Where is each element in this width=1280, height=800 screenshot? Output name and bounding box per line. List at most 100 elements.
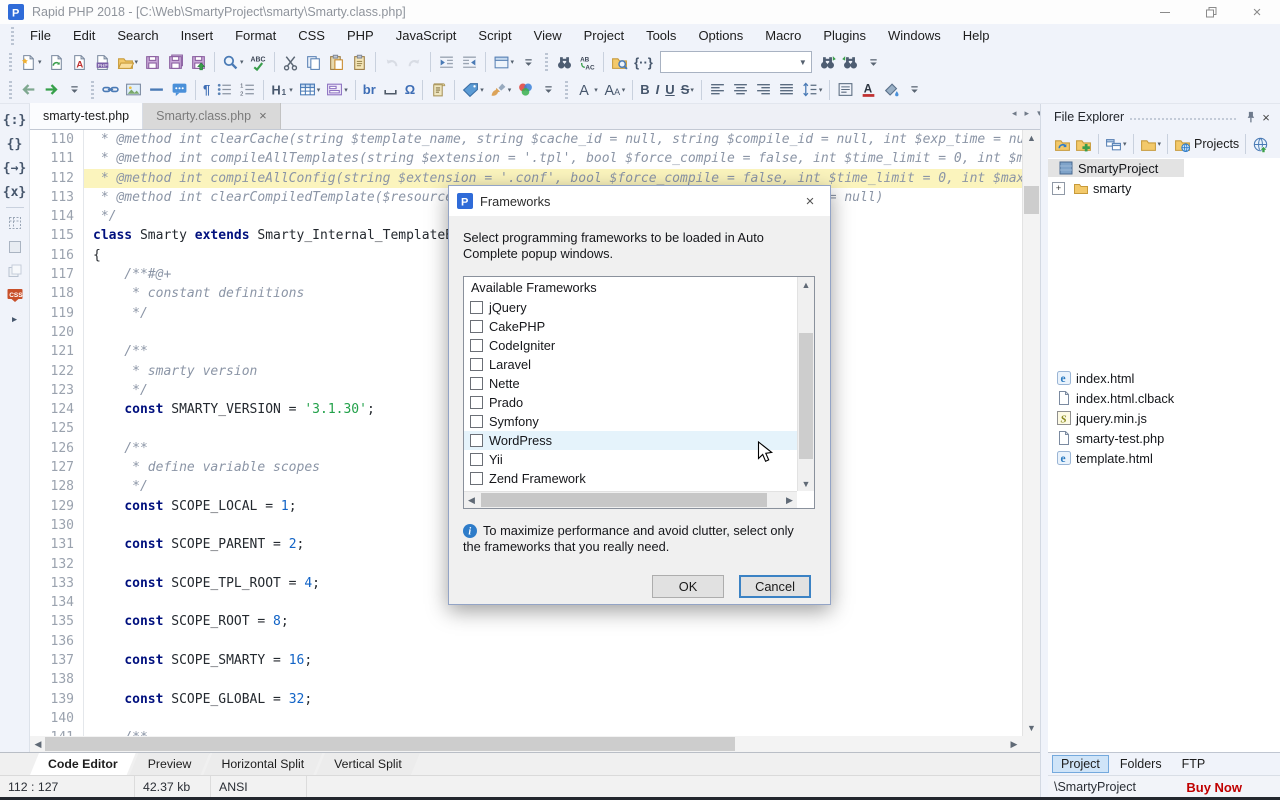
menu-view[interactable]: View: [523, 24, 573, 48]
code-line[interactable]: 141 /**: [30, 728, 1022, 736]
view-tab-vertical-split[interactable]: Vertical Split: [316, 753, 420, 775]
view-tab-code-editor[interactable]: Code Editor: [30, 753, 136, 775]
tree-item-smartyproject[interactable]: SmartyProject: [1048, 158, 1280, 178]
snippet-close-icon[interactable]: {x}: [3, 180, 27, 204]
find-in-files-icon[interactable]: [608, 50, 631, 74]
menu-javascript[interactable]: JavaScript: [385, 24, 468, 48]
table-outline-icon[interactable]: [3, 211, 27, 235]
open-file-icon[interactable]: ▾: [114, 50, 142, 74]
underline-icon[interactable]: U: [662, 78, 677, 102]
tab-smarty-class-php[interactable]: Smarty.class.php×: [143, 103, 281, 129]
spell-check-icon[interactable]: ABC: [247, 50, 270, 74]
replace-icon[interactable]: ABAC: [576, 50, 599, 74]
italic-icon[interactable]: I: [653, 78, 663, 102]
minimize-button[interactable]: [1142, 0, 1188, 24]
heading-icon[interactable]: H1▾: [268, 78, 296, 102]
checkbox[interactable]: [470, 415, 483, 428]
save-all-icon[interactable]: [164, 50, 187, 74]
dialog-title-bar[interactable]: P Frameworks ×: [449, 186, 830, 216]
search-combobox[interactable]: ▼: [660, 51, 812, 73]
toolbar-overflow-icon[interactable]: [903, 78, 926, 102]
framework-cakephp[interactable]: CakePHP: [464, 317, 797, 336]
menu-help[interactable]: Help: [952, 24, 1001, 48]
paste-icon[interactable]: [325, 50, 348, 74]
redo-icon[interactable]: [403, 50, 426, 74]
snippet-arrow-icon[interactable]: {→}: [3, 156, 27, 180]
refresh-project-icon[interactable]: [1052, 132, 1073, 156]
checkbox[interactable]: [470, 453, 483, 466]
menu-format[interactable]: Format: [224, 24, 287, 48]
code-line[interactable]: 140: [30, 709, 1022, 728]
ordered-list-icon[interactable]: 12: [236, 78, 259, 102]
new-document-icon[interactable]: ▾: [17, 50, 45, 74]
scrollbar-thumb[interactable]: [481, 493, 767, 507]
panel-splitter[interactable]: [1040, 104, 1048, 797]
css-tag-icon[interactable]: ▾: [459, 78, 487, 102]
view-tab-preview[interactable]: Preview: [130, 753, 210, 775]
editor-horizontal-scrollbar[interactable]: ◀ ▶: [30, 736, 1022, 752]
menu-css[interactable]: CSS: [287, 24, 336, 48]
save-and-upload-icon[interactable]: [187, 50, 210, 74]
view-mode-icon[interactable]: ▾: [1103, 132, 1129, 156]
new-from-template-icon[interactable]: [45, 50, 68, 74]
align-justify-icon[interactable]: [775, 78, 798, 102]
line-spacing-icon[interactable]: ▾: [798, 78, 826, 102]
tab-scroll-controls[interactable]: ◂▸▾: [1012, 108, 1042, 119]
snippet-empty-icon[interactable]: {}: [3, 132, 27, 156]
tree-item-smarty[interactable]: +smarty: [1048, 178, 1280, 198]
find-next-icon[interactable]: [816, 50, 839, 74]
tab-smarty-test-php[interactable]: smarty-test.php: [30, 103, 143, 129]
bold-icon[interactable]: B: [637, 78, 652, 102]
collapse-panel-icon[interactable]: ▸: [3, 307, 27, 331]
menu-plugins[interactable]: Plugins: [812, 24, 877, 48]
scroll-right-icon[interactable]: ▶: [782, 492, 797, 508]
pin-icon[interactable]: [1242, 111, 1258, 124]
find-icon[interactable]: ▾: [219, 50, 247, 74]
scroll-left-icon[interactable]: ◀: [464, 492, 479, 508]
align-left-icon[interactable]: [706, 78, 729, 102]
buy-now-link[interactable]: Buy Now: [1186, 780, 1242, 795]
code-snippets-icon[interactable]: ▾: [490, 50, 518, 74]
framework-prado[interactable]: Prado: [464, 393, 797, 412]
tab-scroll-right-icon[interactable]: ▸: [1025, 108, 1030, 119]
framework-jquery[interactable]: jQuery: [464, 298, 797, 317]
toolbar-overflow-icon[interactable]: [63, 78, 86, 102]
format-painter-icon[interactable]: ▾: [487, 78, 515, 102]
framework-zend-framework[interactable]: Zend Framework: [464, 469, 797, 488]
find-dialog-icon[interactable]: [553, 50, 576, 74]
framework-nette[interactable]: Nette: [464, 374, 797, 393]
file-smarty-test-php[interactable]: smarty-test.php: [1048, 428, 1280, 448]
framework-symfony[interactable]: Symfony: [464, 412, 797, 431]
scrollbar-thumb[interactable]: [45, 737, 735, 751]
unordered-list-icon[interactable]: [213, 78, 236, 102]
script-icon[interactable]: [427, 78, 450, 102]
scroll-down-icon[interactable]: ▼: [798, 476, 814, 491]
checkbox[interactable]: [470, 301, 483, 314]
list-horizontal-scrollbar[interactable]: ◀ ▶: [464, 491, 797, 508]
snippet-braces-icon[interactable]: {:}: [3, 108, 27, 132]
strikethrough-icon[interactable]: S▾: [678, 78, 697, 102]
restore-button[interactable]: [1188, 0, 1234, 24]
line-break-icon[interactable]: br: [360, 78, 379, 102]
checkbox[interactable]: [470, 358, 483, 371]
panel-tab-ftp[interactable]: FTP: [1173, 755, 1215, 773]
new-html-page-icon[interactable]: A: [68, 50, 91, 74]
insert-link-icon[interactable]: [99, 78, 122, 102]
align-right-icon[interactable]: [752, 78, 775, 102]
menu-windows[interactable]: Windows: [877, 24, 952, 48]
checkbox[interactable]: [470, 396, 483, 409]
box-icon[interactable]: [3, 235, 27, 259]
code-line[interactable]: 135 const SCOPE_ROOT = 8;: [30, 612, 1022, 631]
scroll-up-icon[interactable]: ▲: [1023, 130, 1040, 146]
align-center-icon[interactable]: [729, 78, 752, 102]
menu-insert[interactable]: Insert: [170, 24, 225, 48]
panel-tab-project[interactable]: Project: [1052, 755, 1109, 773]
indent-icon[interactable]: [435, 50, 458, 74]
copy-icon[interactable]: [302, 50, 325, 74]
regex-icon[interactable]: {··}: [631, 50, 656, 74]
paragraph-icon[interactable]: ¶: [200, 78, 213, 102]
menu-project[interactable]: Project: [573, 24, 635, 48]
checkbox[interactable]: [470, 434, 483, 447]
clipboard-icon[interactable]: [348, 50, 371, 74]
scroll-up-icon[interactable]: ▲: [798, 277, 814, 292]
